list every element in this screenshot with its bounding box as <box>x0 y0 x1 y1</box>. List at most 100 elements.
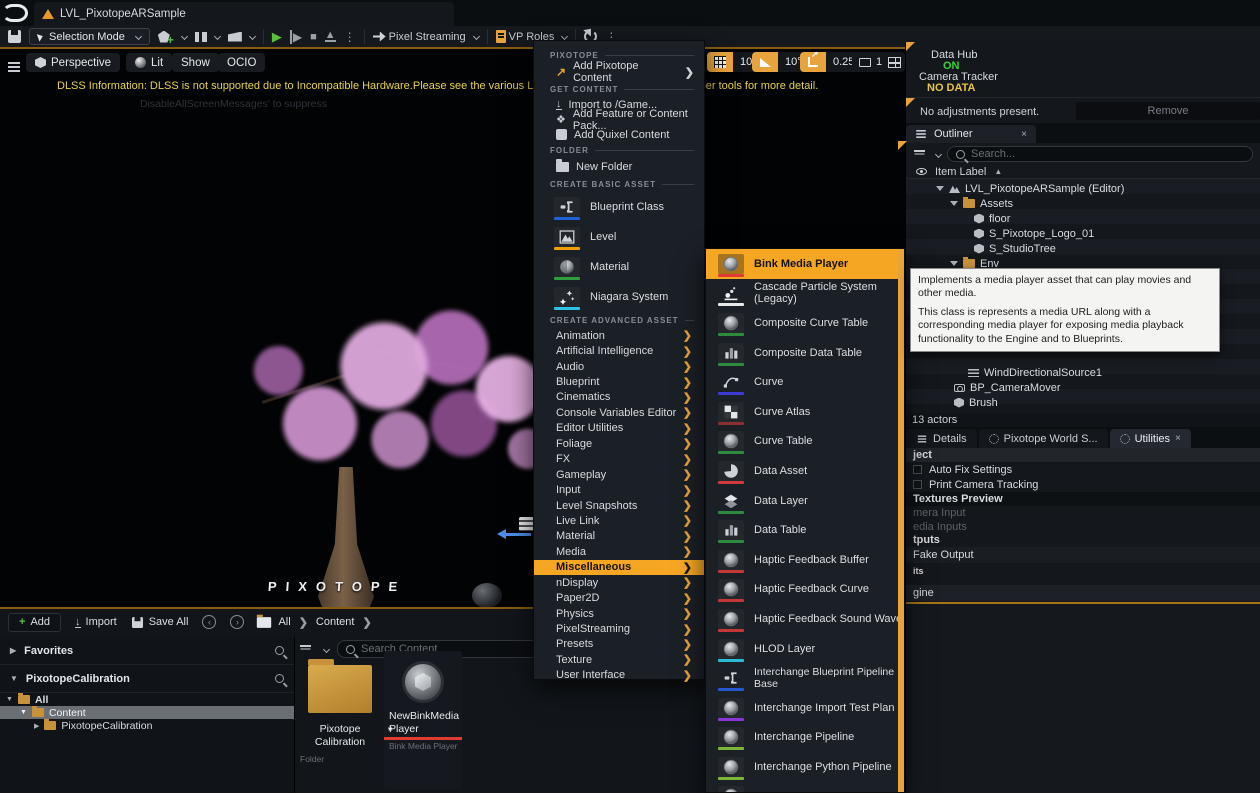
chevron-down-icon[interactable] <box>935 150 942 157</box>
outliner-row[interactable]: WindDirectionalSource1 <box>968 365 1102 380</box>
tab-details[interactable]: Details <box>906 429 977 448</box>
forward-button[interactable]: › <box>230 615 244 629</box>
perspective-button[interactable]: Perspective <box>26 53 120 72</box>
visibility-eye-icon[interactable] <box>916 168 927 175</box>
menu-category-media[interactable]: Media❯ <box>534 544 704 559</box>
submenu-item-haptic-feedback-sound-wave[interactable]: Haptic Feedback Sound Wave <box>706 604 904 634</box>
submenu-item-data-layer[interactable]: Data Layer <box>706 486 904 516</box>
save-icon[interactable] <box>8 30 21 43</box>
menu-category-material[interactable]: Material❯ <box>534 529 704 544</box>
menu-item-niagara-system[interactable]: Niagara System <box>534 282 704 312</box>
menu-category-presets[interactable]: Presets❯ <box>534 637 704 652</box>
submenu-scrollbar[interactable] <box>898 249 904 792</box>
menu-category-level-snapshots[interactable]: Level Snapshots❯ <box>534 498 704 513</box>
tree-item-content[interactable]: ▼Content <box>0 706 294 719</box>
menu-item-blueprint-class[interactable]: Blueprint Class <box>534 192 704 222</box>
fake-output-row[interactable]: Fake Output <box>906 547 1260 563</box>
menu-category-ndisplay[interactable]: nDisplay❯ <box>534 575 704 590</box>
blueprints-button[interactable] <box>195 32 220 42</box>
submenu-item-interchange-pipeline[interactable]: Interchange Pipeline <box>706 723 904 753</box>
menu-category-pixelstreaming[interactable]: PixelStreaming❯ <box>534 621 704 636</box>
tab-pixotope-world-settings[interactable]: Pixotope World S... <box>979 429 1108 448</box>
outliner-row[interactable]: S_Pixotope_Logo_01 <box>974 226 1094 241</box>
asset-tile-newbinkmediaplayer[interactable]: * NewBinkMedia Player Bink Media Player <box>384 651 462 789</box>
menu-category-artificial-intelligence[interactable]: Artificial Intelligence❯ <box>534 343 704 358</box>
menu-item-add-feature[interactable]: ❖Add Feature or Content Pack... <box>534 112 704 127</box>
outliner-row[interactable]: floor <box>974 211 1010 226</box>
level-tab[interactable]: LVL_PixotopeARSample <box>34 2 454 26</box>
submenu-item-hlod-layer[interactable]: HLOD Layer <box>706 634 904 664</box>
outliner-row[interactable]: S_StudioTree <box>974 241 1056 256</box>
import-button[interactable]: ↓Import <box>75 616 117 628</box>
maximize-viewport-button[interactable] <box>884 52 905 72</box>
menu-category-editor-utilities[interactable]: Editor Utilities❯ <box>534 421 704 436</box>
outliner-search-input[interactable]: Search... <box>947 146 1253 162</box>
translate-gizmo-arrow[interactable] <box>505 533 531 536</box>
remove-button[interactable]: Remove <box>1076 102 1260 120</box>
checkbox[interactable] <box>913 465 922 474</box>
outliner-tab[interactable]: Outliner × <box>906 125 1036 143</box>
menu-category-foliage[interactable]: Foliage❯ <box>534 436 704 451</box>
play-options-menu-icon[interactable]: ⋮ <box>344 30 356 44</box>
submenu-item-partial[interactable] <box>706 782 904 793</box>
menu-category-console-variables-editor[interactable]: Console Variables Editor❯ <box>534 405 704 420</box>
play-button[interactable]: ▶ <box>272 29 282 45</box>
menu-category-live-link[interactable]: Live Link❯ <box>534 513 704 528</box>
favorites-section[interactable]: ▶ Favorites <box>0 637 294 665</box>
menu-category-gameplay[interactable]: Gameplay❯ <box>534 467 704 482</box>
menu-item-level[interactable]: Level <box>534 222 704 252</box>
lit-mode-button[interactable]: Lit <box>126 53 172 72</box>
collection-section[interactable]: ▼ PixotopeCalibration <box>0 665 294 693</box>
submenu-item-composite-data-table[interactable]: Composite Data Table <box>706 338 904 368</box>
submenu-item-interchange-blueprint-pipeline-base[interactable]: Interchange Blueprint Pipeline Base <box>706 663 904 693</box>
menu-category-blueprint[interactable]: Blueprint❯ <box>534 374 704 389</box>
menu-category-cinematics[interactable]: Cinematics❯ <box>534 390 704 405</box>
show-button[interactable]: Show <box>172 53 219 72</box>
outliner-row[interactable]: LVL_PixotopeARSample (Editor) <box>936 181 1124 196</box>
tree-item-pixotopecalibration[interactable]: ▶PixotopeCalibration <box>0 719 294 732</box>
asset-tile-folder[interactable]: Pixotope Calibration Folder <box>300 665 380 785</box>
menu-item-add-pixotope-content[interactable]: ↗Add Pixotope Content❯ <box>534 63 704 81</box>
outliner-row[interactable]: BP_CameraMover <box>954 380 1060 395</box>
breadcrumb-content[interactable]: Content <box>316 616 355 628</box>
submenu-item-curve-table[interactable]: Curve Table <box>706 427 904 457</box>
checkbox[interactable] <box>913 480 922 489</box>
tab-utilities[interactable]: Utilities× <box>1110 429 1191 448</box>
menu-category-audio[interactable]: Audio❯ <box>534 359 704 374</box>
menu-category-physics[interactable]: Physics❯ <box>534 606 704 621</box>
back-button[interactable]: ‹ <box>202 615 216 629</box>
add-button[interactable]: +Add <box>8 613 61 632</box>
menu-category-paper2d[interactable]: Paper2D❯ <box>534 590 704 605</box>
submenu-item-curve-atlas[interactable]: Curve Atlas <box>706 397 904 427</box>
tree-item-all[interactable]: ▼All <box>0 693 294 706</box>
stop-button[interactable]: ■ <box>310 31 317 43</box>
submenu-item-data-asset[interactable]: Data Asset <box>706 456 904 486</box>
outliner-row[interactable]: Brush <box>954 395 998 410</box>
menu-item-new-folder[interactable]: New Folder <box>534 158 704 176</box>
menu-category-fx[interactable]: FX❯ <box>534 452 704 467</box>
submenu-item-bink-media-player[interactable]: Bink Media Player <box>706 249 904 279</box>
filter-icon[interactable] <box>914 150 925 152</box>
search-icon[interactable] <box>275 674 284 683</box>
pixel-streaming-button[interactable]: Pixel Streaming <box>373 31 479 43</box>
outliner-column-header[interactable]: Item Label ▲ <box>906 165 1260 179</box>
viewport-menu-icon[interactable] <box>8 59 20 71</box>
submenu-item-haptic-feedback-buffer[interactable]: Haptic Feedback Buffer <box>706 545 904 575</box>
submenu-item-cascade-particle-system[interactable]: Cascade Particle System (Legacy) <box>706 279 904 309</box>
eject-button[interactable]: ▲ <box>325 31 336 42</box>
submenu-item-interchange-import-test-plan[interactable]: Interchange Import Test Plan <box>706 693 904 723</box>
menu-category-input[interactable]: Input❯ <box>534 482 704 497</box>
chevron-down-icon[interactable] <box>323 645 330 652</box>
menu-category-texture[interactable]: Texture❯ <box>534 652 704 667</box>
close-icon[interactable]: × <box>1175 433 1181 444</box>
auto-fix-settings-row[interactable]: Auto Fix Settings <box>906 462 1260 477</box>
print-camera-tracking-row[interactable]: Print Camera Tracking <box>906 477 1260 492</box>
submenu-item-curve[interactable]: Curve <box>706 367 904 397</box>
skip-button[interactable]: ▶ <box>290 30 302 44</box>
outliner-row[interactable]: Assets <box>950 196 1013 211</box>
search-icon[interactable] <box>275 646 284 655</box>
submenu-item-data-table[interactable]: Data Table <box>706 515 904 545</box>
filter-icon[interactable] <box>300 645 311 647</box>
menu-category-miscellaneous[interactable]: Miscellaneous❯ <box>534 560 704 575</box>
menu-category-animation[interactable]: Animation❯ <box>534 328 704 343</box>
